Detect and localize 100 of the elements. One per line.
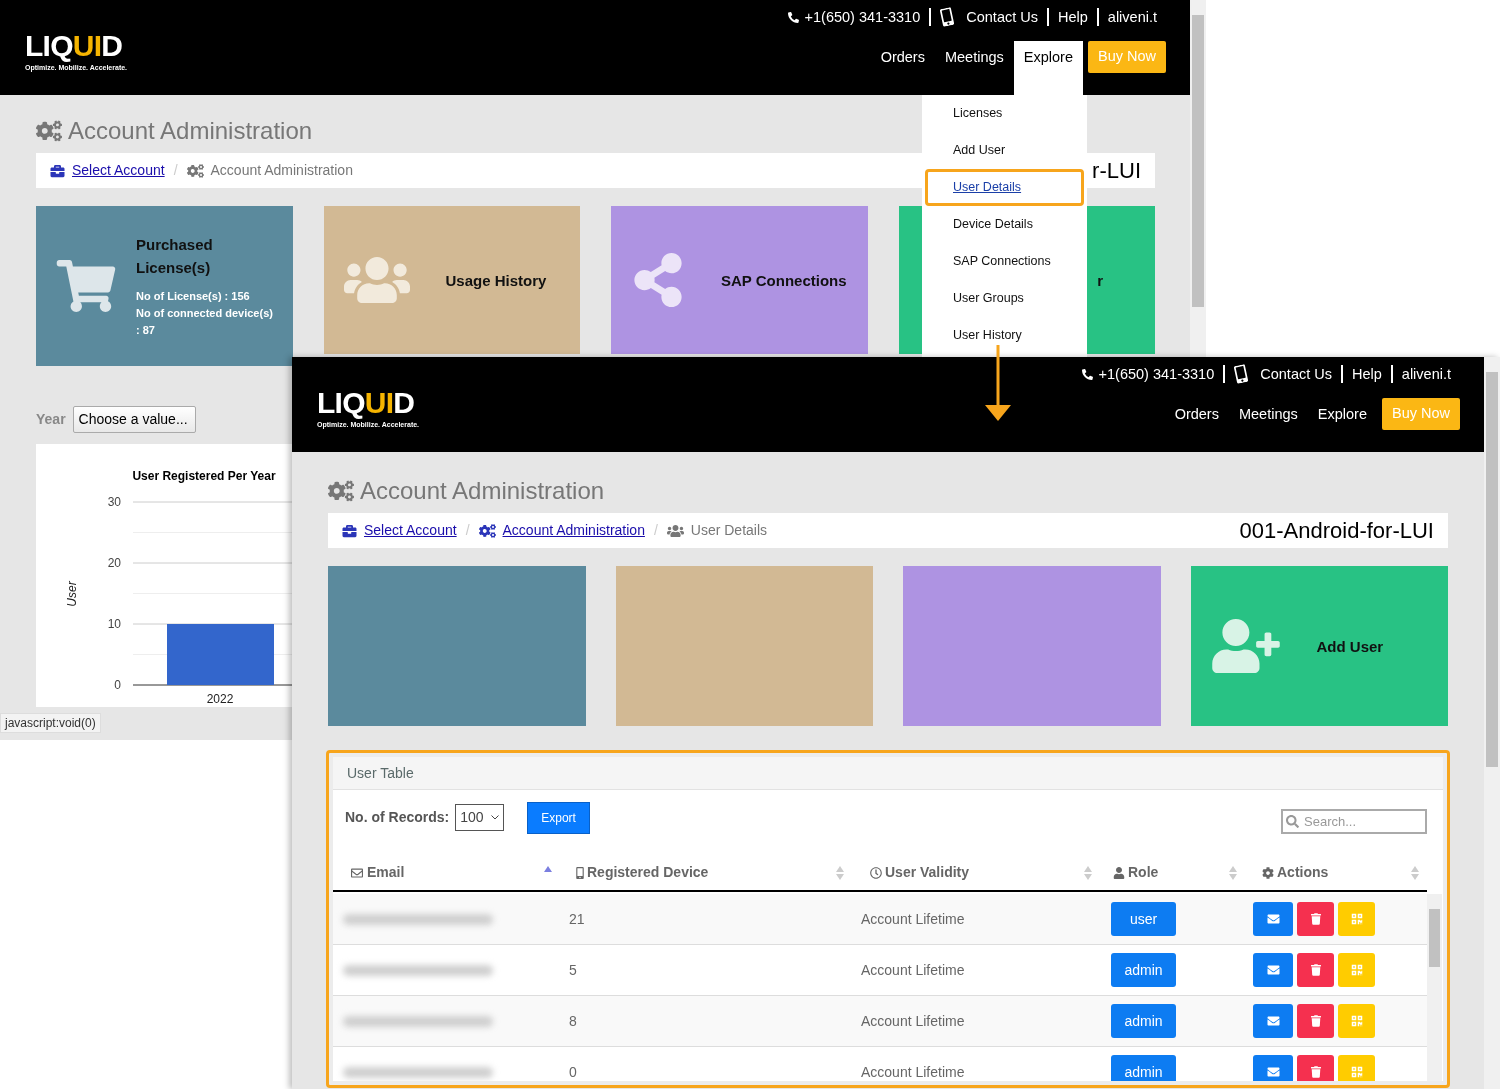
logo-text: LIQUID [317,388,416,418]
delete-button[interactable] [1297,1004,1334,1038]
scrollbar[interactable] [1484,357,1500,1089]
add-user-icon [1210,619,1281,673]
breadcrumb-link[interactable]: Select Account [72,160,165,181]
header-link[interactable]: aliveni.t [1401,365,1451,383]
menu-item[interactable]: Licenses [922,95,1087,132]
tile-card[interactable]: Purchased License(s) No of License(s) : 156 No of connected device(s) : 87 [36,206,293,366]
column-header[interactable]: Registered Device [560,855,852,890]
gears-icon [36,120,62,142]
role-button[interactable]: admin [1111,953,1176,987]
table-cell: Account Lifetime [861,962,965,978]
table-cell: 8 [569,1013,577,1029]
nav-item[interactable]: Orders [870,41,935,95]
menu-item[interactable]: SAP Connections [922,243,1087,280]
breadcrumb-link[interactable]: Account Administration [502,520,645,541]
tile-card[interactable] [903,566,1161,726]
email-button[interactable] [1253,1055,1293,1081]
menu-item[interactable]: User Details [925,169,1084,206]
nav-item[interactable]: Meetings [1228,398,1308,452]
records-label: No. of Records: [345,808,450,827]
account-name: 001-Android-for-LUI [1239,517,1434,545]
column-header[interactable]: Actions [1245,855,1427,890]
records-select[interactable]: 100 [455,804,505,831]
user-icon [1113,866,1125,879]
column-header[interactable]: Role [1100,855,1245,890]
envelope-icon [1265,1015,1281,1027]
nav-item[interactable]: Meetings [934,41,1014,95]
tile-card[interactable]: Add User [1190,566,1448,726]
delete-button[interactable] [1297,902,1334,936]
users-icon [666,523,684,538]
y-tick-label: 20 [107,556,121,570]
qr-code-icon [1350,1015,1363,1027]
role-button[interactable]: user [1111,902,1176,936]
export-button[interactable]: Export [527,801,590,834]
share-icon [631,253,685,307]
tile-title: r [1097,270,1103,291]
page-title: Account Administration [360,476,605,506]
email-button[interactable] [1253,902,1293,936]
tile-stat: No of connected device(s) : 87 [136,306,274,338]
role-button[interactable]: admin [1111,1004,1176,1038]
header-link[interactable]: Contact Us [1260,365,1332,383]
table-cell: 5 [569,962,577,978]
phone-icon [1081,367,1093,381]
delete-button[interactable] [1297,1055,1334,1081]
nav-item[interactable]: Orders [1164,398,1229,452]
y-tick-label: 10 [107,617,121,631]
header-link[interactable]: Help [1058,8,1088,26]
breadcrumb-current: Account Administration [210,161,353,180]
table-scrollbar[interactable] [1427,894,1442,1081]
tile-title: SAP Connections [721,270,848,291]
page-title: Account Administration [68,116,313,146]
tile-title: Usage History [445,270,548,291]
menu-item[interactable]: Add User [922,132,1087,169]
header-link[interactable]: Help [1352,365,1382,383]
breadcrumb-link[interactable]: Select Account [364,520,457,541]
role-button[interactable]: admin [1111,1055,1176,1081]
x-tick-label: 2022 [206,692,234,706]
menu-item[interactable]: Device Details [922,206,1087,243]
search-field[interactable]: Search... [1281,809,1427,834]
envelope-icon [1265,1066,1281,1078]
breadcrumb-current: User Details [690,521,768,540]
briefcase-icon [342,523,357,538]
tile-card[interactable]: SAP Connections [611,206,868,354]
tile-card[interactable]: Usage History [323,206,580,354]
header-link[interactable]: aliveni.t [1107,8,1157,26]
scrollbar[interactable] [1190,0,1206,357]
clock-icon [870,866,882,879]
email-button[interactable] [1253,1004,1293,1038]
column-header[interactable]: Email [333,855,560,890]
breadcrumb-separator: / [652,521,659,540]
tile-card[interactable] [615,566,873,726]
table-cell: Account Lifetime [861,1064,965,1080]
header-link[interactable]: Contact Us [966,8,1038,26]
header-link[interactable]: +1(650) 341-3310 [804,8,921,26]
sort-icon[interactable] [836,865,844,880]
year-select[interactable]: Choose a value... [72,406,196,433]
briefcase-icon [50,163,65,178]
delete-button[interactable] [1297,953,1334,987]
tile-title: Purchased License(s) [136,235,214,278]
column-header[interactable]: User Validity [852,855,1100,890]
trash-icon [1310,1015,1321,1027]
qr-code-icon [1350,1066,1363,1078]
breadcrumb-separator: / [172,161,179,180]
chevron-down-icon [491,815,500,820]
sort-icon[interactable] [1084,865,1092,880]
sort-icon[interactable] [1229,865,1237,880]
trash-icon [1310,964,1321,976]
menu-item[interactable]: User Groups [922,280,1087,317]
menu-item[interactable]: User History [922,317,1087,354]
tile-stat: No of License(s) : 156 [136,289,251,304]
chart-title: User Registered Per Year [132,469,276,483]
nav-item[interactable]: Explore [1307,398,1377,452]
header-link[interactable]: +1(650) 341-3310 [1098,365,1215,383]
nav-item[interactable]: Explore [1013,41,1083,95]
email-button[interactable] [1253,953,1293,987]
sort-icon[interactable] [1411,865,1419,880]
envelope-icon [350,866,364,879]
tile-card[interactable] [328,566,586,726]
table-cell: Account Lifetime [861,1013,965,1029]
